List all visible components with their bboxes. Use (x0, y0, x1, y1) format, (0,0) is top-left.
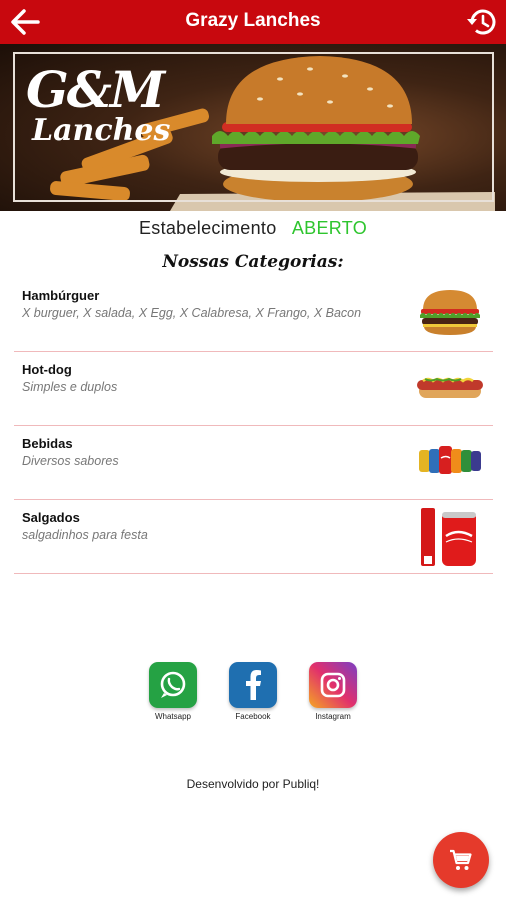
restaurant-banner: G&M Lanches (0, 44, 506, 211)
category-name: Hot-dog (22, 362, 72, 377)
category-item-salgados[interactable]: Salgados salgadinhos para festa (14, 500, 493, 574)
whatsapp-icon (149, 662, 197, 708)
hotdog-icon (415, 360, 485, 414)
category-item-hamburguer[interactable]: Hambúrguer X burguer, X salada, X Egg, X… (14, 278, 493, 352)
facebook-button[interactable]: Facebook (228, 662, 278, 721)
category-name: Hambúrguer (22, 288, 100, 303)
cart-button[interactable] (433, 832, 489, 888)
soda-cans-icon (415, 434, 485, 488)
instagram-button[interactable]: Instagram (308, 662, 358, 721)
category-name: Bebidas (22, 436, 73, 451)
status-label: Estabelecimento (138, 218, 277, 238)
category-item-hot-dog[interactable]: Hot-dog Simples e duplos (14, 352, 493, 426)
category-list: Hambúrguer X burguer, X salada, X Egg, X… (14, 278, 493, 574)
store-status: Estabelecimento ABERTO (0, 218, 506, 239)
logo-initials: G&M (26, 60, 165, 119)
hamburger-icon (415, 286, 485, 340)
whatsapp-button[interactable]: Whatsapp (148, 662, 198, 721)
facebook-icon (229, 662, 277, 708)
category-item-bebidas[interactable]: Bebidas Diversos sabores (14, 426, 493, 500)
whatsapp-label: Whatsapp (154, 712, 192, 721)
status-value: ABERTO (291, 218, 368, 238)
instagram-icon (309, 662, 357, 708)
category-description: salgadinhos para festa (22, 528, 148, 542)
history-icon[interactable] (466, 7, 498, 37)
app-title: Grazy Lanches (185, 10, 321, 31)
cart-icon (450, 849, 472, 870)
category-name: Salgados (22, 510, 80, 525)
logo-word: Lanches (32, 113, 171, 148)
categories-heading: Nossas Categorias: (162, 252, 344, 272)
app-bar: Grazy Lanches (0, 0, 506, 44)
developer-credit: Desenvolvido por Publiq! (186, 777, 320, 791)
coca-cola-can-icon (415, 508, 485, 566)
facebook-label: Facebook (235, 712, 271, 721)
category-description: Simples e duplos (22, 380, 118, 394)
category-description: X burguer, X salada, X Egg, X Calabresa,… (22, 306, 362, 320)
restaurant-logo: G&M Lanches (26, 64, 170, 146)
instagram-label: Instagram (315, 712, 351, 721)
category-description: Diversos sabores (22, 454, 119, 468)
